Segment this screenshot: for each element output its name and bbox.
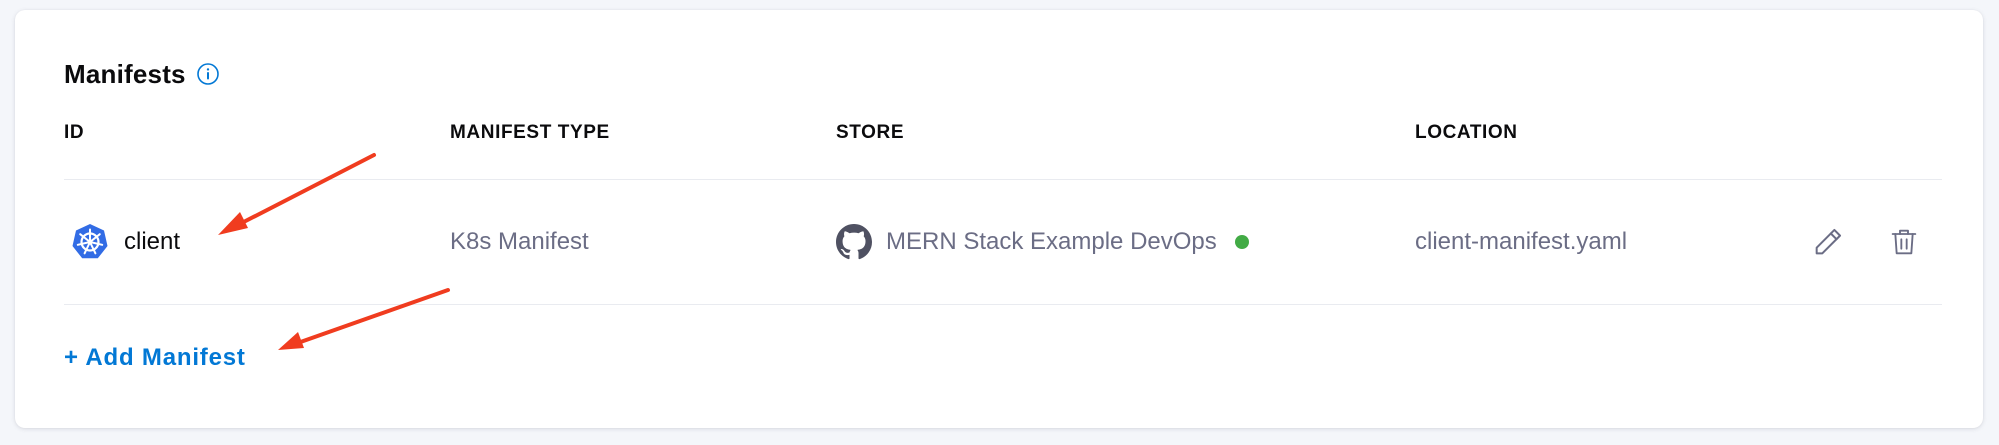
pencil-icon xyxy=(1811,225,1845,259)
github-icon xyxy=(836,224,872,260)
manifest-type: K8s Manifest xyxy=(450,228,589,255)
column-header-store: STORE xyxy=(836,122,905,143)
column-header-id: ID xyxy=(64,122,85,143)
section-title: Manifests xyxy=(64,58,186,89)
kubernetes-icon xyxy=(70,222,110,262)
add-manifest-button[interactable]: + Add Manifest xyxy=(64,344,246,372)
info-icon[interactable] xyxy=(196,62,220,86)
manifest-id-cell: client xyxy=(70,222,180,262)
connection-status-dot xyxy=(1234,235,1249,249)
manifest-id[interactable]: client xyxy=(124,228,180,256)
header-divider xyxy=(64,179,1942,180)
manifest-store-name: MERN Stack Example DevOps xyxy=(886,228,1217,255)
manifest-store-cell: MERN Stack Example DevOps xyxy=(836,222,1249,262)
manifests-card xyxy=(15,10,1983,428)
delete-manifest-button[interactable] xyxy=(1884,222,1924,262)
edit-manifest-button[interactable] xyxy=(1808,222,1848,262)
column-header-location: LOCATION xyxy=(1415,122,1518,143)
manifest-location: client-manifest.yaml xyxy=(1415,228,1628,255)
column-header-manifest-type: MANIFEST TYPE xyxy=(450,122,610,143)
row-divider xyxy=(64,304,1942,305)
section-header: Manifests xyxy=(64,56,220,92)
trash-icon xyxy=(1888,225,1920,259)
